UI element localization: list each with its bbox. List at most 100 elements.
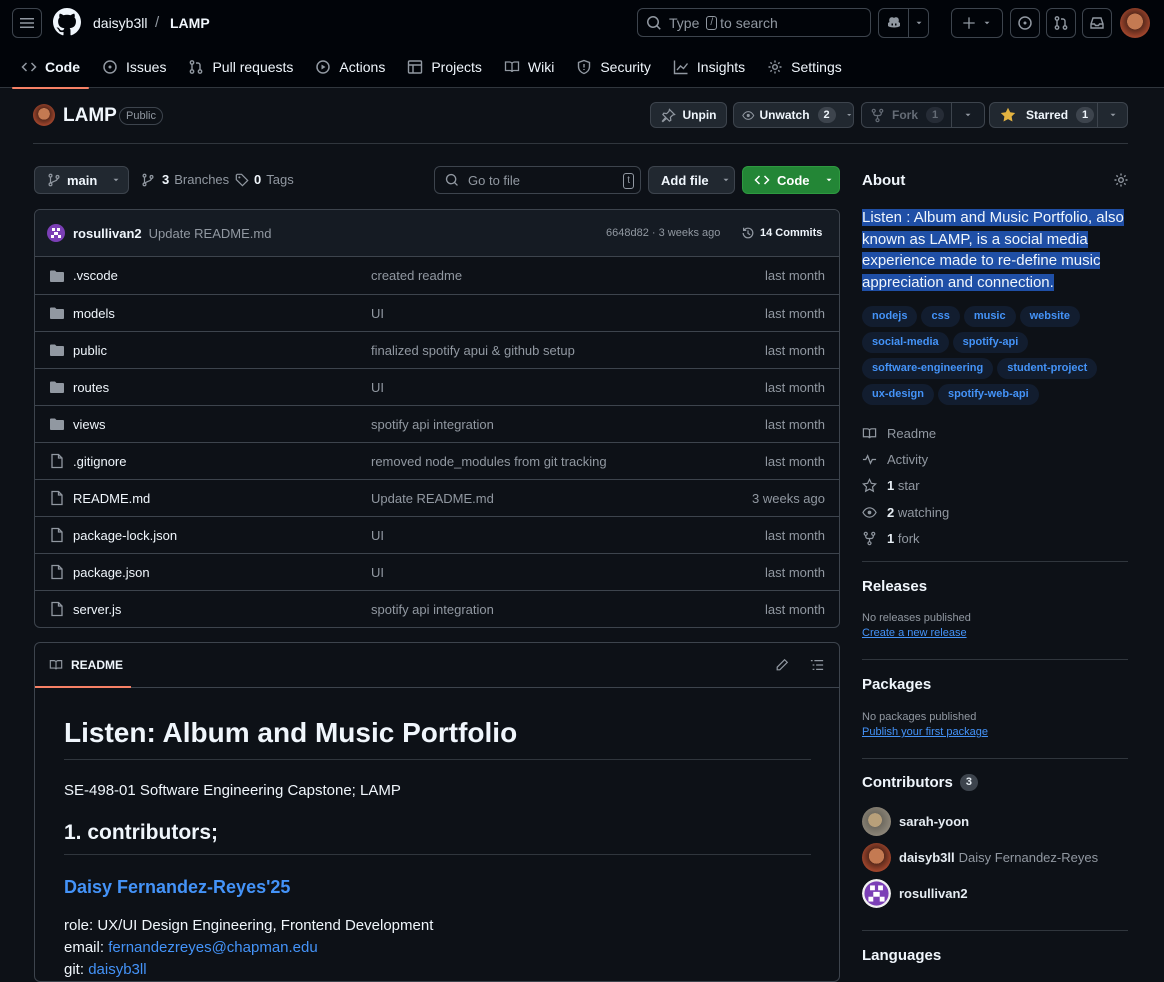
file-name[interactable]: .vscode xyxy=(73,268,118,283)
fork-button[interactable]: Fork 1 xyxy=(861,102,985,128)
folder-row[interactable]: routes UI last month xyxy=(35,368,839,405)
packages-title[interactable]: Packages xyxy=(862,676,988,693)
commit-message[interactable]: Update README.md xyxy=(149,226,272,241)
readme-person-link[interactable]: Daisy Fernandez-Reyes'25 xyxy=(64,877,811,898)
pencil-icon[interactable] xyxy=(775,658,789,672)
folder-row[interactable]: public finalized spotify apui & github se… xyxy=(35,331,839,368)
topic-tag[interactable]: spotify-api xyxy=(952,332,1029,353)
git-link[interactable]: daisyb3ll xyxy=(88,961,146,978)
about-link-Activity[interactable]: Activity xyxy=(862,446,1128,472)
email-link[interactable]: fernandezreyes@chapman.edu xyxy=(108,939,318,956)
about-link-fork[interactable]: 1 fork xyxy=(862,525,1128,551)
go-to-file-input[interactable]: Go to file t xyxy=(434,166,641,194)
repo-title[interactable]: LAMP xyxy=(63,105,117,127)
file-name[interactable]: views xyxy=(73,417,106,432)
tab-security[interactable]: Security xyxy=(567,46,660,88)
tab-actions[interactable]: Actions xyxy=(306,46,394,88)
file-commit-message[interactable]: created readme xyxy=(371,268,462,283)
file-commit-message[interactable]: UI xyxy=(371,565,384,580)
commit-author[interactable]: rosullivan2 xyxy=(73,226,142,241)
file-commit-message[interactable]: UI xyxy=(371,306,384,321)
folder-row[interactable]: models UI last month xyxy=(35,294,839,331)
create-new-button[interactable] xyxy=(951,8,1003,38)
about-link-Readme[interactable]: Readme xyxy=(862,420,1128,446)
tab-pull-requests[interactable]: Pull requests xyxy=(179,46,302,88)
topic-tag[interactable]: css xyxy=(921,306,960,327)
topic-tag[interactable]: music xyxy=(963,306,1016,327)
triangle-down-icon[interactable] xyxy=(1108,110,1118,120)
readme-tab[interactable]: README xyxy=(71,658,123,672)
menu-button[interactable] xyxy=(12,8,42,38)
file-commit-message[interactable]: removed node_modules from git tracking xyxy=(371,454,607,469)
search-input[interactable]: Type / to search xyxy=(637,8,871,37)
file-commit-message[interactable]: spotify api integration xyxy=(371,602,494,617)
owner-link[interactable]: daisyb3ll xyxy=(93,15,147,31)
contributor-item[interactable]: daisyb3ll Daisy Fernandez-Reyes xyxy=(862,839,1128,875)
file-name[interactable]: .gitignore xyxy=(73,454,126,469)
contributor-item[interactable]: sarah-yoon xyxy=(862,803,1128,839)
unwatch-button[interactable]: Unwatch 2 xyxy=(733,102,854,128)
file-commit-message[interactable]: UI xyxy=(371,528,384,543)
releases-title[interactable]: Releases xyxy=(862,578,971,595)
file-row[interactable]: package.json UI last month xyxy=(35,553,839,590)
user-avatar[interactable] xyxy=(1120,8,1150,38)
file-row[interactable]: server.js spotify api integration last mon… xyxy=(35,590,839,627)
copilot-dropdown[interactable] xyxy=(909,9,928,37)
topic-tag[interactable]: student-project xyxy=(997,358,1098,379)
file-name[interactable]: README.md xyxy=(73,491,150,506)
folder-row[interactable]: views spotify api integration last month xyxy=(35,405,839,442)
branches-link[interactable]: 3 Branches xyxy=(141,172,229,187)
publish-package-link[interactable]: Publish your first package xyxy=(862,726,988,738)
copilot-button[interactable] xyxy=(879,9,909,37)
branch-selector[interactable]: main xyxy=(34,166,129,194)
file-name[interactable]: routes xyxy=(73,380,109,395)
file-name[interactable]: server.js xyxy=(73,602,121,617)
github-logo-icon[interactable] xyxy=(53,8,81,36)
unpin-button[interactable]: Unpin xyxy=(650,102,727,128)
tab-code[interactable]: Code xyxy=(12,46,89,89)
tab-projects[interactable]: Projects xyxy=(398,46,491,88)
commit-hash-time[interactable]: 6648d82 · 3 weeks ago xyxy=(606,227,720,239)
topic-tag[interactable]: social-media xyxy=(862,332,949,353)
pull-requests-button[interactable] xyxy=(1046,8,1076,38)
file-commit-message[interactable]: spotify api integration xyxy=(371,417,494,432)
tab-insights[interactable]: Insights xyxy=(664,46,754,88)
create-release-link[interactable]: Create a new release xyxy=(862,627,971,639)
contributors-title[interactable]: Contributors xyxy=(862,774,953,791)
file-row[interactable]: .gitignore removed node_modules from git … xyxy=(35,442,839,479)
inbox-button[interactable] xyxy=(1082,8,1112,38)
tab-wiki[interactable]: Wiki xyxy=(495,46,563,88)
plus-icon xyxy=(963,17,975,29)
file-row[interactable]: README.md Update README.md 3 weeks ago xyxy=(35,479,839,516)
code-button[interactable]: Code xyxy=(742,166,840,194)
triangle-down-icon[interactable] xyxy=(963,110,973,120)
add-file-button[interactable]: Add file xyxy=(648,166,735,194)
gear-icon[interactable] xyxy=(1113,172,1129,188)
file-name[interactable]: package-lock.json xyxy=(73,528,177,543)
tab-issues[interactable]: Issues xyxy=(93,46,175,88)
file-name[interactable]: public xyxy=(73,343,107,358)
file-commit-message[interactable]: UI xyxy=(371,380,384,395)
about-link-star[interactable]: 1 star xyxy=(862,473,1128,499)
file-name[interactable]: models xyxy=(73,306,115,321)
topic-tag[interactable]: spotify-web-api xyxy=(937,384,1039,405)
tab-settings[interactable]: Settings xyxy=(758,46,851,88)
issues-button[interactable] xyxy=(1010,8,1040,38)
tags-link[interactable]: 0 Tags xyxy=(235,172,294,187)
list-outline-icon[interactable] xyxy=(810,658,824,672)
folder-row[interactable]: .vscode created readme last month xyxy=(35,257,839,294)
contributor-item[interactable]: rosullivan2 xyxy=(862,875,1128,911)
starred-button[interactable]: Starred 1 xyxy=(989,102,1128,128)
topic-tag[interactable]: website xyxy=(1019,306,1080,327)
file-row[interactable]: package-lock.json UI last month xyxy=(35,516,839,553)
file-commit-date: last month xyxy=(765,453,825,469)
file-commit-message[interactable]: finalized spotify apui & github setup xyxy=(371,343,575,358)
topic-tag[interactable]: ux-design xyxy=(862,384,934,405)
topic-tag[interactable]: software-engineering xyxy=(862,358,994,379)
topic-tag[interactable]: nodejs xyxy=(862,306,918,327)
repo-link[interactable]: LAMP xyxy=(170,15,210,31)
about-link-watching[interactable]: 2 watching xyxy=(862,499,1128,525)
commits-link[interactable]: 14 Commits xyxy=(741,226,822,240)
file-name[interactable]: package.json xyxy=(73,565,150,580)
file-commit-message[interactable]: Update README.md xyxy=(371,491,494,506)
